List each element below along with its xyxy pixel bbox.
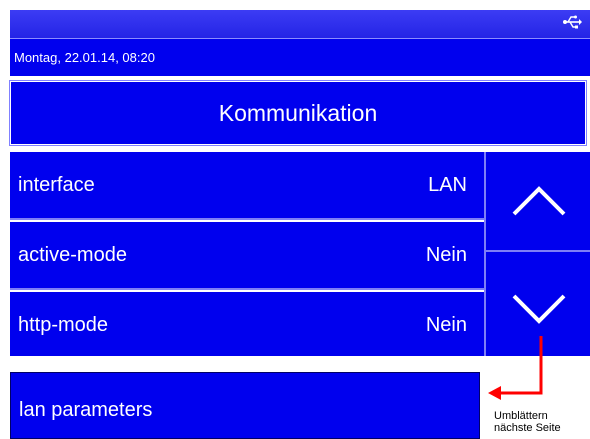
setting-row-active-mode[interactable]: active-mode Nein [10, 222, 484, 290]
setting-value: Nein [425, 314, 467, 336]
datetime-text: Montag, 22.01.14, 08:20 [14, 50, 155, 65]
lan-parameters-label: lan parameters [19, 399, 153, 421]
chevron-down-icon [512, 294, 566, 324]
chevron-up-icon [512, 186, 566, 216]
annotation-line-2: nächste Seite [494, 422, 561, 434]
annotation-line-1: Umblättern [494, 410, 548, 422]
setting-row-interface[interactable]: interface LAN [10, 152, 484, 220]
page-title-text: Kommunikation [218, 100, 378, 126]
setting-value: LAN [428, 174, 467, 196]
setting-value: Nein [425, 244, 467, 266]
setting-label: http-mode [18, 314, 109, 336]
date-time-bar: Montag, 22.01.14, 08:20 [10, 38, 590, 76]
page-title: Kommunikation [9, 80, 587, 146]
annotation-note: Umblättern nächste Seite [494, 410, 561, 434]
setting-label: interface [18, 174, 95, 196]
page-down-button[interactable] [484, 252, 590, 356]
lan-parameters-button[interactable]: lan parameters [10, 372, 480, 439]
setting-label: active-mode [18, 244, 127, 266]
usb-icon [563, 15, 582, 29]
setting-row-http-mode[interactable]: http-mode Nein [10, 292, 484, 356]
page-up-button[interactable] [484, 152, 590, 252]
status-bar [10, 10, 590, 38]
